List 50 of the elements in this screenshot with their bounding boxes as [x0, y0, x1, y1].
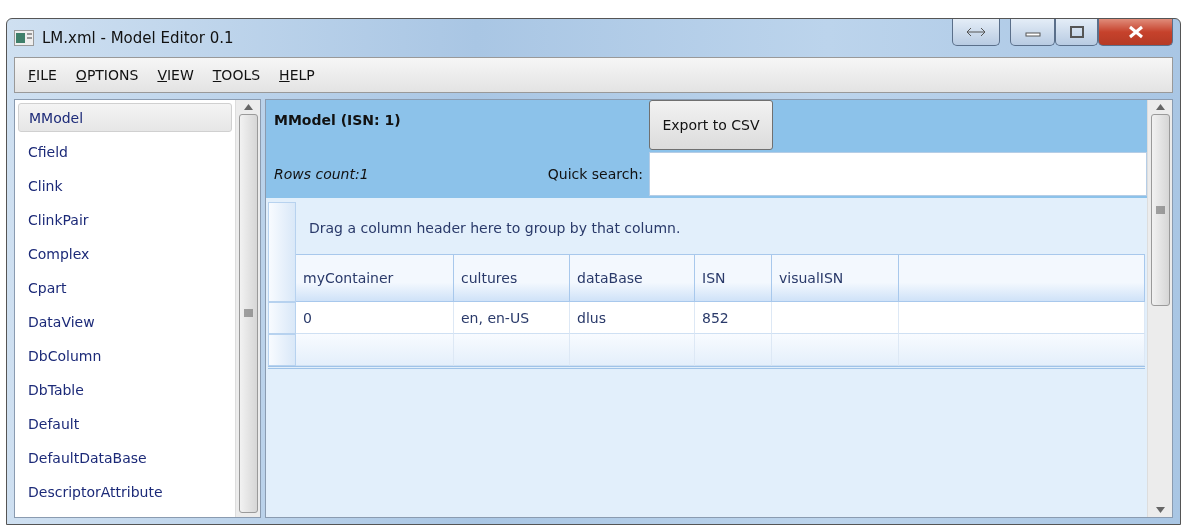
- minimize-button[interactable]: [1010, 19, 1055, 46]
- column-header[interactable]: cultures: [454, 254, 570, 302]
- group-hint: Drag a column header here to group by that column.: [308, 219, 682, 238]
- search-label: Quick search:: [547, 166, 643, 182]
- menu-item[interactable]: OPTIONS: [75, 67, 139, 83]
- scroll-up-icon[interactable]: [243, 104, 253, 110]
- menu-item[interactable]: HELP: [279, 67, 315, 83]
- column-header[interactable]: dataBase: [570, 254, 695, 302]
- scroll-up-icon[interactable]: [1155, 104, 1165, 110]
- sidebar-item[interactable]: Cfield: [18, 135, 232, 169]
- sidebar-item[interactable]: Clink: [18, 169, 232, 203]
- table-cell: dlus: [570, 302, 695, 334]
- search-field[interactable]: [649, 152, 1147, 196]
- menu-item[interactable]: TOOLS: [212, 67, 261, 83]
- menu-item[interactable]: VIEW: [157, 67, 194, 83]
- grip-icon: [243, 309, 253, 318]
- scrollbar[interactable]: [235, 100, 260, 517]
- column-header[interactable]: ISN: [695, 254, 772, 302]
- scroll-thumb[interactable]: [238, 113, 258, 513]
- sidebar-item[interactable]: DbColumn: [18, 339, 232, 373]
- table-cell: 0: [296, 302, 454, 334]
- table-cell: en, en-US: [454, 302, 570, 334]
- menu-item[interactable]: FILE: [28, 67, 57, 83]
- maximize-button[interactable]: [1055, 19, 1098, 46]
- close-button[interactable]: [1098, 19, 1173, 46]
- scroll-down-icon[interactable]: [1155, 507, 1165, 513]
- resize-button[interactable]: [952, 19, 1000, 46]
- double-arrow-icon: [966, 27, 986, 37]
- sidebar-item[interactable]: Default: [18, 407, 232, 441]
- maximize-icon: [1069, 26, 1084, 38]
- sidebar-item[interactable]: MModel: [18, 103, 232, 132]
- table-cell: 852: [695, 302, 772, 334]
- sidebar-item[interactable]: DefaultDataBase: [18, 441, 232, 475]
- column-header[interactable]: myContainer: [296, 254, 454, 302]
- column-header[interactable]: visualISN: [772, 254, 899, 302]
- window-title: LM.xml - Model Editor 0.1: [42, 29, 234, 47]
- close-icon: [1126, 25, 1145, 39]
- scroll-thumb[interactable]: [1150, 114, 1170, 306]
- export-button[interactable]: Export to CSV: [649, 100, 773, 150]
- grip-icon: [1155, 206, 1165, 214]
- sidebar-item[interactable]: DbTable: [18, 373, 232, 407]
- sidebar-item[interactable]: ClinkPair: [18, 203, 232, 237]
- sidebar-item[interactable]: DataView: [18, 305, 232, 339]
- sidebar-item[interactable]: Complex: [18, 237, 232, 271]
- app-icon: [14, 30, 34, 46]
- sidebar-item[interactable]: DescriptorAttribute: [18, 475, 232, 509]
- scrollbar[interactable]: [1147, 100, 1172, 517]
- sidebar-item[interactable]: Cpart: [18, 271, 232, 305]
- rows-count: Rows count:1: [274, 166, 369, 182]
- panel-title: MModel (ISN: 1): [274, 112, 402, 128]
